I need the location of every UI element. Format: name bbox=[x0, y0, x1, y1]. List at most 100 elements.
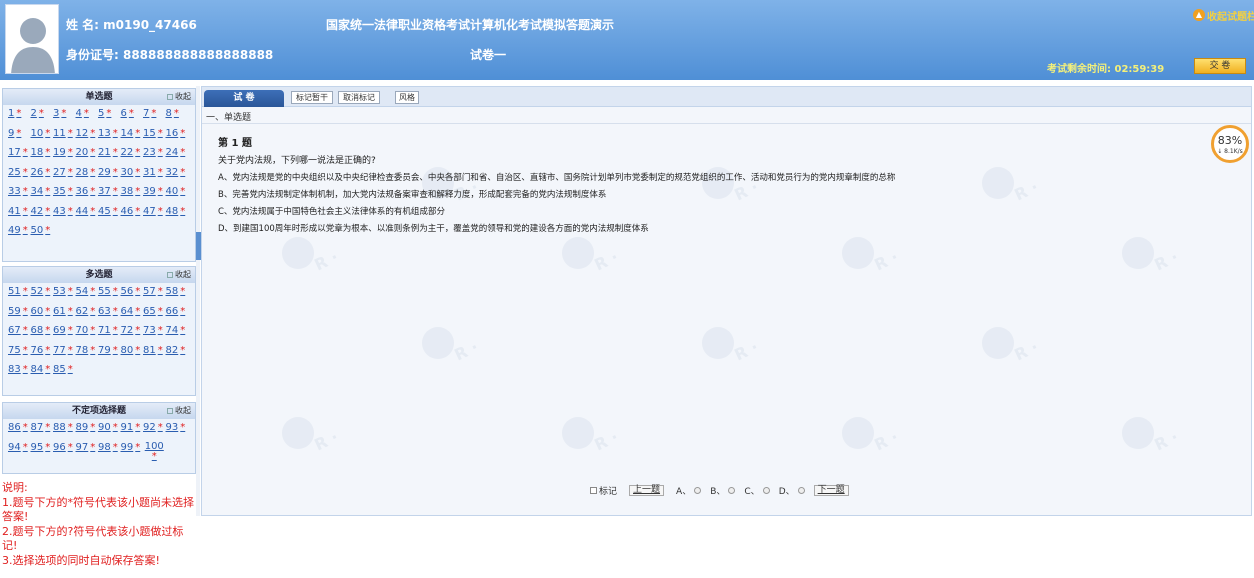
question-link[interactable]: 3 * bbox=[53, 108, 76, 119]
question-link[interactable]: 64 * bbox=[121, 306, 144, 317]
question-link[interactable]: 37 * bbox=[98, 186, 121, 197]
sidebar-splitter[interactable] bbox=[196, 86, 200, 516]
question-link[interactable]: 76 * bbox=[31, 345, 54, 356]
question-link[interactable]: 88 * bbox=[53, 422, 76, 433]
question-link[interactable]: 49 * bbox=[8, 225, 31, 236]
question-link[interactable]: 38 * bbox=[121, 186, 144, 197]
mark-pending-button[interactable]: 标记暂干 bbox=[291, 91, 333, 104]
question-link[interactable]: 84 * bbox=[31, 364, 54, 375]
unmark-button[interactable]: 取消标记 bbox=[338, 91, 380, 104]
choice-c-radio[interactable] bbox=[762, 486, 770, 494]
question-link[interactable]: 8 * bbox=[166, 108, 189, 119]
question-link[interactable]: 35 * bbox=[53, 186, 76, 197]
question-link[interactable]: 24 * bbox=[166, 147, 189, 158]
question-link[interactable]: 93 * bbox=[166, 422, 189, 433]
multiple-choice-collapse-button[interactable]: 收起 bbox=[167, 267, 191, 283]
question-link[interactable]: 45 * bbox=[98, 206, 121, 217]
question-link[interactable]: 97 * bbox=[76, 442, 99, 453]
question-link[interactable]: 19 * bbox=[53, 147, 76, 158]
question-link[interactable]: 92 * bbox=[143, 422, 166, 433]
question-link[interactable]: 30 * bbox=[121, 167, 144, 178]
question-link[interactable]: 31 * bbox=[143, 167, 166, 178]
choice-d-radio[interactable] bbox=[797, 486, 805, 494]
question-link[interactable]: 36 * bbox=[76, 186, 99, 197]
question-link[interactable]: 6 * bbox=[121, 108, 144, 119]
question-link[interactable]: 39 * bbox=[143, 186, 166, 197]
question-link[interactable]: 5 * bbox=[98, 108, 121, 119]
question-link[interactable]: 21 * bbox=[98, 147, 121, 158]
question-link[interactable]: 12 * bbox=[76, 128, 99, 139]
question-link[interactable]: 9 * bbox=[8, 128, 31, 139]
question-link[interactable]: 89 * bbox=[76, 422, 99, 433]
question-link[interactable]: 54 * bbox=[76, 286, 99, 297]
question-link[interactable]: 46 * bbox=[121, 206, 144, 217]
indefinite-choice-collapse-button[interactable]: 收起 bbox=[167, 403, 191, 419]
question-link[interactable]: 71 * bbox=[98, 325, 121, 336]
question-link[interactable]: 58 * bbox=[166, 286, 189, 297]
question-link[interactable]: 62 * bbox=[76, 306, 99, 317]
submit-button[interactable]: 交 卷 bbox=[1194, 58, 1246, 74]
next-question-button[interactable]: 下一题 bbox=[813, 484, 849, 496]
question-link[interactable]: 43 * bbox=[53, 206, 76, 217]
question-link[interactable]: 83 * bbox=[8, 364, 31, 375]
question-link[interactable]: 44 * bbox=[76, 206, 99, 217]
question-link[interactable]: 2 * bbox=[31, 108, 54, 119]
question-link[interactable]: 72 * bbox=[121, 325, 144, 336]
question-link[interactable]: 25 * bbox=[8, 167, 31, 178]
style-button[interactable]: 风格 bbox=[395, 91, 419, 104]
question-link[interactable]: 40 * bbox=[166, 186, 189, 197]
question-link[interactable]: 33 * bbox=[8, 186, 31, 197]
question-link[interactable]: 52 * bbox=[31, 286, 54, 297]
question-link[interactable]: 22 * bbox=[121, 147, 144, 158]
question-link[interactable]: 41 * bbox=[8, 206, 31, 217]
question-link[interactable]: 34 * bbox=[31, 186, 54, 197]
question-link[interactable]: 87 * bbox=[31, 422, 54, 433]
question-link[interactable]: 94 * bbox=[8, 442, 31, 453]
question-link[interactable]: 82 * bbox=[166, 345, 189, 356]
question-link[interactable]: 18 * bbox=[31, 147, 54, 158]
prev-question-button[interactable]: 上一题 bbox=[629, 484, 665, 496]
question-link[interactable]: 14 * bbox=[121, 128, 144, 139]
question-link[interactable]: 17 * bbox=[8, 147, 31, 158]
question-link[interactable]: 11 * bbox=[53, 128, 76, 139]
question-link[interactable]: 81 * bbox=[143, 345, 166, 356]
question-link[interactable]: 56 * bbox=[121, 286, 144, 297]
question-link[interactable]: 32 * bbox=[166, 167, 189, 178]
question-link[interactable]: 95 * bbox=[31, 442, 54, 453]
question-link[interactable]: 27 * bbox=[53, 167, 76, 178]
question-link[interactable]: 98 * bbox=[98, 442, 121, 453]
question-link[interactable]: 29 * bbox=[98, 167, 121, 178]
question-link[interactable]: 48 * bbox=[166, 206, 189, 217]
question-link[interactable]: 59 * bbox=[8, 306, 31, 317]
question-link[interactable]: 69 * bbox=[53, 325, 76, 336]
question-link[interactable]: 96 * bbox=[53, 442, 76, 453]
question-link[interactable]: 74 * bbox=[166, 325, 189, 336]
question-link[interactable]: 75 * bbox=[8, 345, 31, 356]
question-link[interactable]: 78 * bbox=[76, 345, 99, 356]
choice-b-radio[interactable] bbox=[728, 486, 736, 494]
question-link[interactable]: 42 * bbox=[31, 206, 54, 217]
choice-a-radio[interactable] bbox=[694, 486, 702, 494]
question-link[interactable]: 73 * bbox=[143, 325, 166, 336]
question-link[interactable]: 23 * bbox=[143, 147, 166, 158]
question-link[interactable]: 53 * bbox=[53, 286, 76, 297]
question-link[interactable]: 80 * bbox=[121, 345, 144, 356]
question-link[interactable]: 86 * bbox=[8, 422, 31, 433]
question-link[interactable]: 20 * bbox=[76, 147, 99, 158]
single-choice-collapse-button[interactable]: 收起 bbox=[167, 89, 191, 105]
question-link[interactable]: 91 * bbox=[121, 422, 144, 433]
question-link[interactable]: 66 * bbox=[166, 306, 189, 317]
question-link[interactable]: 51 * bbox=[8, 286, 31, 297]
question-link[interactable]: 4 * bbox=[76, 108, 99, 119]
question-link[interactable]: 67 * bbox=[8, 325, 31, 336]
collapse-header-button[interactable]: ▲ 收起试题栏 bbox=[1193, 8, 1254, 23]
question-link[interactable]: 26 * bbox=[31, 167, 54, 178]
question-link[interactable]: 65 * bbox=[143, 306, 166, 317]
question-link[interactable]: 7 * bbox=[143, 108, 166, 119]
question-link[interactable]: 60 * bbox=[31, 306, 54, 317]
question-link[interactable]: 57 * bbox=[143, 286, 166, 297]
question-link[interactable]: 50 * bbox=[31, 225, 54, 236]
question-link[interactable]: 28 * bbox=[76, 167, 99, 178]
question-link[interactable]: 79 * bbox=[98, 345, 121, 356]
question-link[interactable]: 15 * bbox=[143, 128, 166, 139]
